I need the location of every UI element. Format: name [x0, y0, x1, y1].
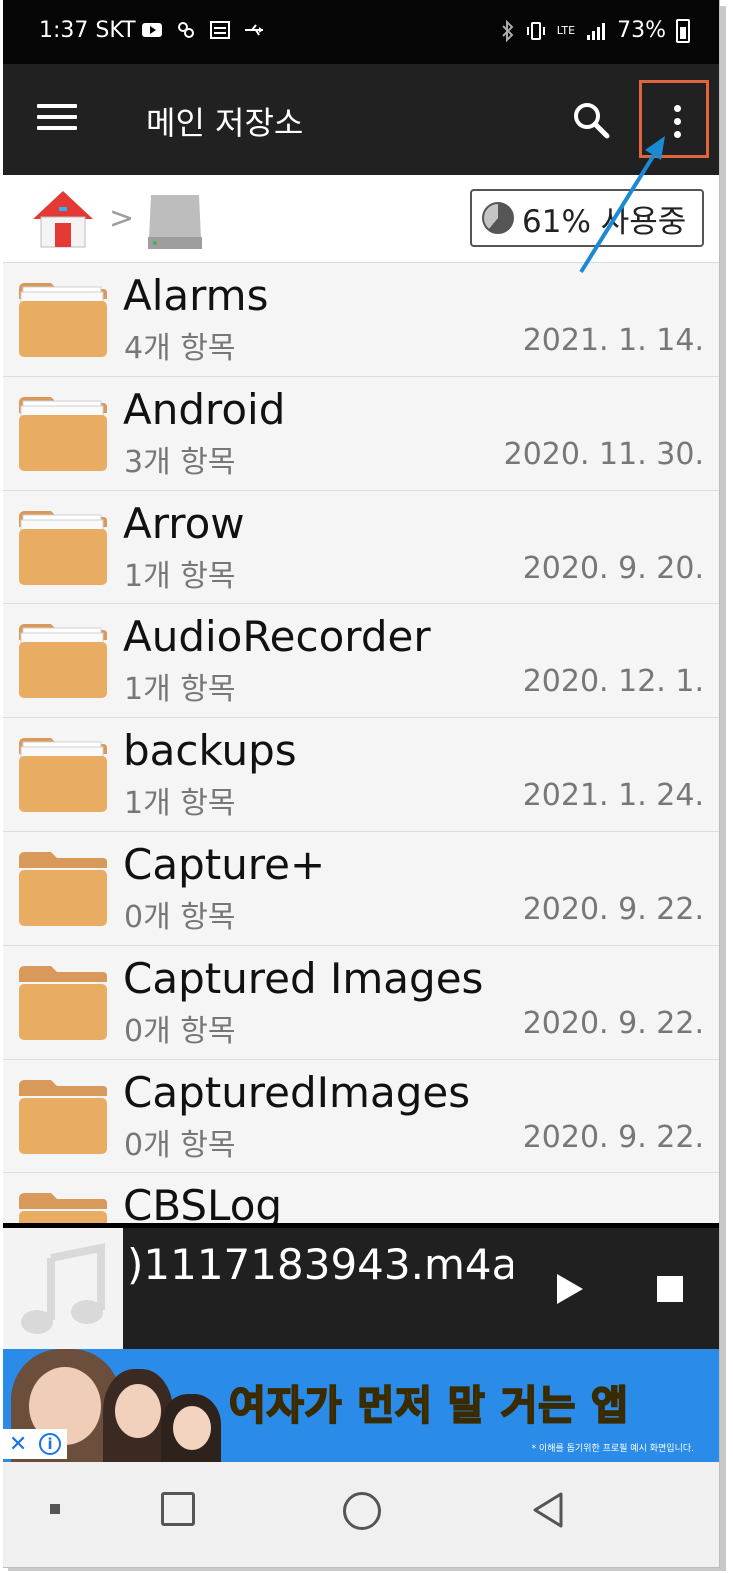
folder-icon [19, 624, 107, 699]
folder-item-count: 1개 항목 [124, 786, 236, 822]
folder-icon [19, 1079, 107, 1154]
bluetooth-icon [502, 19, 514, 42]
folder-icon [19, 396, 107, 471]
usage-pie-icon [482, 202, 514, 234]
app-toolbar: 메인 저장소 [3, 64, 719, 175]
folder-name: CBSLog [123, 1181, 283, 1223]
recent-apps-icon[interactable] [161, 1492, 195, 1526]
folder-item-count: 1개 항목 [124, 672, 236, 708]
home-button-icon[interactable] [343, 1492, 381, 1530]
list-item[interactable]: Arrow 1개 항목 2020. 9. 20. [3, 490, 719, 605]
signal-icon [587, 22, 606, 40]
list-item[interactable]: Alarms 4개 항목 2021. 1. 14. [3, 263, 719, 377]
folder-name: Android [123, 384, 286, 434]
music-note-icon [21, 1243, 105, 1334]
more-dot-icon [674, 105, 681, 112]
play-icon[interactable] [555, 1272, 585, 1306]
folder-name: Arrow [123, 498, 245, 548]
page-title: 메인 저장소 [146, 104, 304, 142]
folder-item-count: 1개 항목 [124, 558, 236, 594]
folder-list: Alarms 4개 항목 2021. 1. 14. Android 3개 항목 2020… [3, 263, 719, 1223]
ad-close-icon[interactable]: ✕ [9, 1432, 27, 1457]
folder-name: CapturedImages [123, 1067, 471, 1117]
folder-date: 2021. 1. 24. [522, 778, 704, 814]
nav-dot-icon[interactable] [50, 1504, 60, 1514]
ad-disclaimer: * 이해를 돕기위한 프로필 예시 화면입니다. [531, 1444, 694, 1454]
status-right-icons: LTE 73% [501, 18, 690, 43]
status-left-icons [141, 20, 265, 40]
folder-date: 2020. 9. 22. [522, 1119, 704, 1155]
storage-drive-icon[interactable] [143, 187, 207, 251]
folder-item-count: 4개 항목 [124, 331, 236, 366]
folder-icon [19, 1193, 107, 1223]
folder-date: 2021. 1. 14. [522, 323, 704, 358]
calendar-icon [210, 21, 230, 39]
list-item[interactable]: CapturedImages 0개 항목 2020. 9. 22. [3, 1059, 719, 1174]
list-item[interactable]: backups 1개 항목 2021. 1. 24. [3, 718, 719, 832]
ad-person-image [173, 1406, 211, 1450]
list-item[interactable]: AudioRecorder 1개 항목 2020. 12. 1. [3, 604, 719, 719]
folder-date: 2020. 9. 22. [522, 1005, 704, 1041]
folder-item-count: 3개 항목 [124, 444, 236, 480]
album-art [3, 1228, 123, 1349]
back-icon[interactable] [529, 1490, 569, 1530]
ad-banner[interactable]: 여자가 먼저 말 거는 앱 * 이해를 돕기위한 프로필 예시 화면입니다. ✕… [3, 1349, 719, 1462]
folder-date: 2020. 11. 30. [503, 436, 704, 472]
system-nav-bar [3, 1462, 719, 1567]
folder-icon [19, 283, 107, 357]
vibrate-icon [526, 21, 545, 40]
folder-icon [19, 738, 107, 813]
app-notification-icon [178, 22, 194, 38]
folder-icon [19, 851, 107, 926]
youtube-icon [142, 23, 162, 37]
folder-date: 2020. 12. 1. [522, 664, 704, 700]
breadcrumb-separator: > [109, 201, 135, 236]
list-item[interactable]: Captured Images 0개 항목 2020. 9. 22. [3, 945, 719, 1060]
folder-item-count: 0개 항목 [124, 1127, 236, 1163]
breadcrumb: > 61% 사용중 [3, 175, 719, 263]
folder-name: Captured Images [123, 953, 484, 1003]
stop-icon[interactable] [657, 1276, 683, 1302]
ad-person-image [115, 1384, 161, 1438]
usb-icon [245, 24, 263, 36]
storage-usage-button[interactable]: 61% 사용중 [470, 189, 704, 247]
battery-percent: 73% [617, 18, 666, 43]
folder-name: backups [123, 726, 297, 776]
network-type: LTE [556, 24, 576, 37]
media-player-bar: )1117183943.m4a [3, 1223, 719, 1349]
status-time: 1:37 SKT [39, 18, 136, 43]
list-item[interactable]: Capture+ 0개 항목 2020. 9. 22. [3, 831, 719, 946]
folder-date: 2020. 9. 20. [522, 550, 704, 586]
more-dot-icon [674, 118, 681, 125]
folder-name: AudioRecorder [123, 612, 431, 662]
list-item[interactable]: Android 3개 항목 2020. 11. 30. [3, 376, 719, 491]
home-icon[interactable] [31, 187, 95, 251]
folder-icon [19, 510, 107, 585]
track-title: )1117183943.m4a [127, 1240, 513, 1289]
phone-screen: 1:37 SKT LTE 73% 메인 저장소 > 61% 사용중 Alarms… [3, 0, 720, 1568]
folder-icon [19, 965, 107, 1040]
folder-item-count: 0개 항목 [124, 899, 236, 935]
usage-label: 61% 사용중 [522, 203, 687, 240]
hamburger-menu-icon[interactable] [37, 104, 77, 134]
status-bar: 1:37 SKT LTE 73% [3, 0, 719, 64]
folder-date: 2020. 9. 22. [522, 891, 704, 927]
folder-name: Alarms [123, 271, 269, 320]
more-options-button[interactable] [639, 80, 709, 158]
folder-item-count: 0개 항목 [124, 1013, 236, 1049]
search-icon[interactable] [571, 100, 611, 140]
ad-headline: 여자가 먼저 말 거는 앱 [228, 1382, 629, 1430]
more-dot-icon [674, 131, 681, 138]
battery-icon [676, 18, 690, 43]
list-item[interactable]: CBSLog [3, 1173, 719, 1223]
ad-info-icon[interactable]: i [39, 1433, 62, 1455]
folder-name: Capture+ [123, 839, 326, 889]
ad-controls: ✕ i [3, 1429, 67, 1459]
